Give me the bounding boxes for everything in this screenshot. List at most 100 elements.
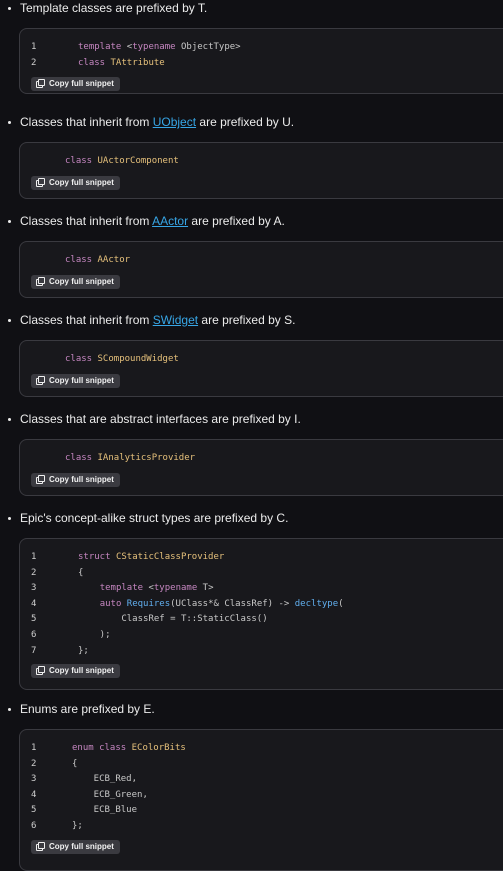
doc-link[interactable]: AActor [152,214,188,228]
code-token: EColorBits [131,743,186,753]
code-token: ECB_Red, [72,774,138,785]
code-text: auto Requires(UClass*& ClassRef) -> decl… [78,597,344,612]
copy-snippet-label: Copy full snippet [49,666,114,675]
code-token: T> [197,583,214,594]
code-token: typename [132,42,176,52]
bullet-item: Classes that inherit from UObject are pr… [8,115,294,129]
code-block: class UActorComponent Copy full snippet [19,142,503,199]
bullet-text: Epic's concept-alike struct types are pr… [20,511,289,525]
bullet-text: Enums are prefixed by E. [20,702,155,716]
code-block: class IAnalyticsProvider Copy full snippe… [19,439,503,496]
code-text: template <typename T> [78,581,214,596]
code-token: class [65,354,98,364]
copy-snippet-label: Copy full snippet [49,178,114,187]
code-token: class [99,743,132,753]
copy-icon [36,79,45,88]
line-number: 1 [31,743,37,753]
code-token: typename [153,583,198,594]
code-text: class AActor [65,253,130,268]
bullet-item: Classes that are abstract interfaces are… [8,412,301,426]
code-token: template [78,42,127,52]
bullet-text-post: are prefixed by S. [198,313,296,327]
code-text: ECB_Red, [72,772,137,787]
code-token: }; [78,645,89,656]
code-text: struct CStaticClassProvider [78,550,224,565]
code-token: SCompoundWidget [97,354,179,364]
code-text: enum class EColorBits [72,741,186,756]
bullet-text-post: are prefixed by U. [196,115,295,129]
code-text: { [78,566,83,581]
code-text: ); [78,628,111,643]
copy-icon [36,475,45,484]
code-token: struct [78,552,116,562]
code-text: class UActorComponent [65,154,179,169]
line-number: 1 [31,42,37,52]
doc-link[interactable]: UObject [153,115,196,129]
code-token: TAttribute [110,57,165,68]
bullet-text: Template classes are prefixed by T. [20,1,208,15]
code-token: ECB_Green, [72,789,148,800]
copy-icon [36,842,45,851]
copy-icon [36,666,45,675]
line-number: 2 [31,57,37,68]
code-block: 1 struct CStaticClassProvider 2 {3 template… [19,538,503,690]
code-token: ( [338,598,344,609]
line-number: 2 [31,758,37,769]
code-text: { [72,757,77,772]
bullet-text: Classes that are abstract interfaces are… [20,412,301,426]
code-token: ); [78,630,111,640]
code-token: enum [72,743,100,753]
line-number: 3 [31,774,37,785]
code-text: }; [78,644,89,659]
bullet-text: Classes that inherit from AActor are pre… [20,214,285,228]
copy-snippet-button[interactable]: Copy full snippet [31,473,120,487]
bullet-item: Enums are prefixed by E. [8,702,155,716]
code-token: UActorComponent [97,156,179,166]
copy-snippet-label: Copy full snippet [49,277,114,286]
copy-snippet-label: Copy full snippet [49,842,114,851]
code-text: ClassRef = T::StaticClass() [78,612,268,627]
line-number: 5 [31,805,37,816]
line-number: 4 [31,789,37,800]
code-token: AActor [97,255,131,265]
bullet-item: Epic's concept-alike struct types are pr… [8,511,288,525]
bullet-item: Classes that inherit from AActor are pre… [8,214,285,228]
copy-snippet-button[interactable]: Copy full snippet [31,77,120,91]
bullet-item: Template classes are prefixed by T. [8,1,207,15]
code-text: }; [72,819,83,834]
code-text: class TAttribute [78,56,165,71]
bullet-text: Classes that inherit from SWidget are pr… [20,313,295,327]
code-text: ECB_Blue [72,803,137,818]
code-token: ClassRef = T::StaticClass() [78,614,268,625]
copy-icon [36,277,45,286]
copy-snippet-button[interactable]: Copy full snippet [31,374,120,388]
copy-snippet-label: Copy full snippet [49,79,114,88]
code-token: IAnalyticsProvider [97,453,196,463]
copy-snippet-button[interactable]: Copy full snippet [31,275,120,289]
bullet-text-pre: Classes that inherit from [20,115,153,129]
code-token: class [65,453,98,463]
copy-icon [36,178,45,187]
code-token: CStaticClassProvider [115,552,225,562]
copy-snippet-button[interactable]: Copy full snippet [31,176,120,190]
code-text: ECB_Green, [72,788,148,803]
bullet-text-pre: Classes that inherit from [20,214,153,228]
line-number: 5 [31,614,37,625]
code-token: decltype [294,598,339,609]
bullet-text: Classes that inherit from UObject are pr… [20,115,294,129]
code-token: ObjectType> [175,42,241,52]
copy-snippet-button[interactable]: Copy full snippet [31,664,120,678]
copy-icon [36,376,45,385]
code-block: 1 enum class EColorBits 2 {3 ECB_Red, 4 ECB_… [19,729,503,871]
line-number: 6 [31,821,37,831]
code-block: class AActor Copy full snippet [19,241,503,298]
line-number: 6 [31,630,37,640]
code-block: 1 template <typename ObjectType> 2 class TA… [19,28,503,94]
code-token: class [65,156,98,166]
doc-link[interactable]: SWidget [153,313,198,327]
bullet-text-pre: Classes that inherit from [20,313,153,327]
line-number: 4 [31,598,37,609]
code-token: (UClass*& ClassRef) -> [170,598,295,609]
